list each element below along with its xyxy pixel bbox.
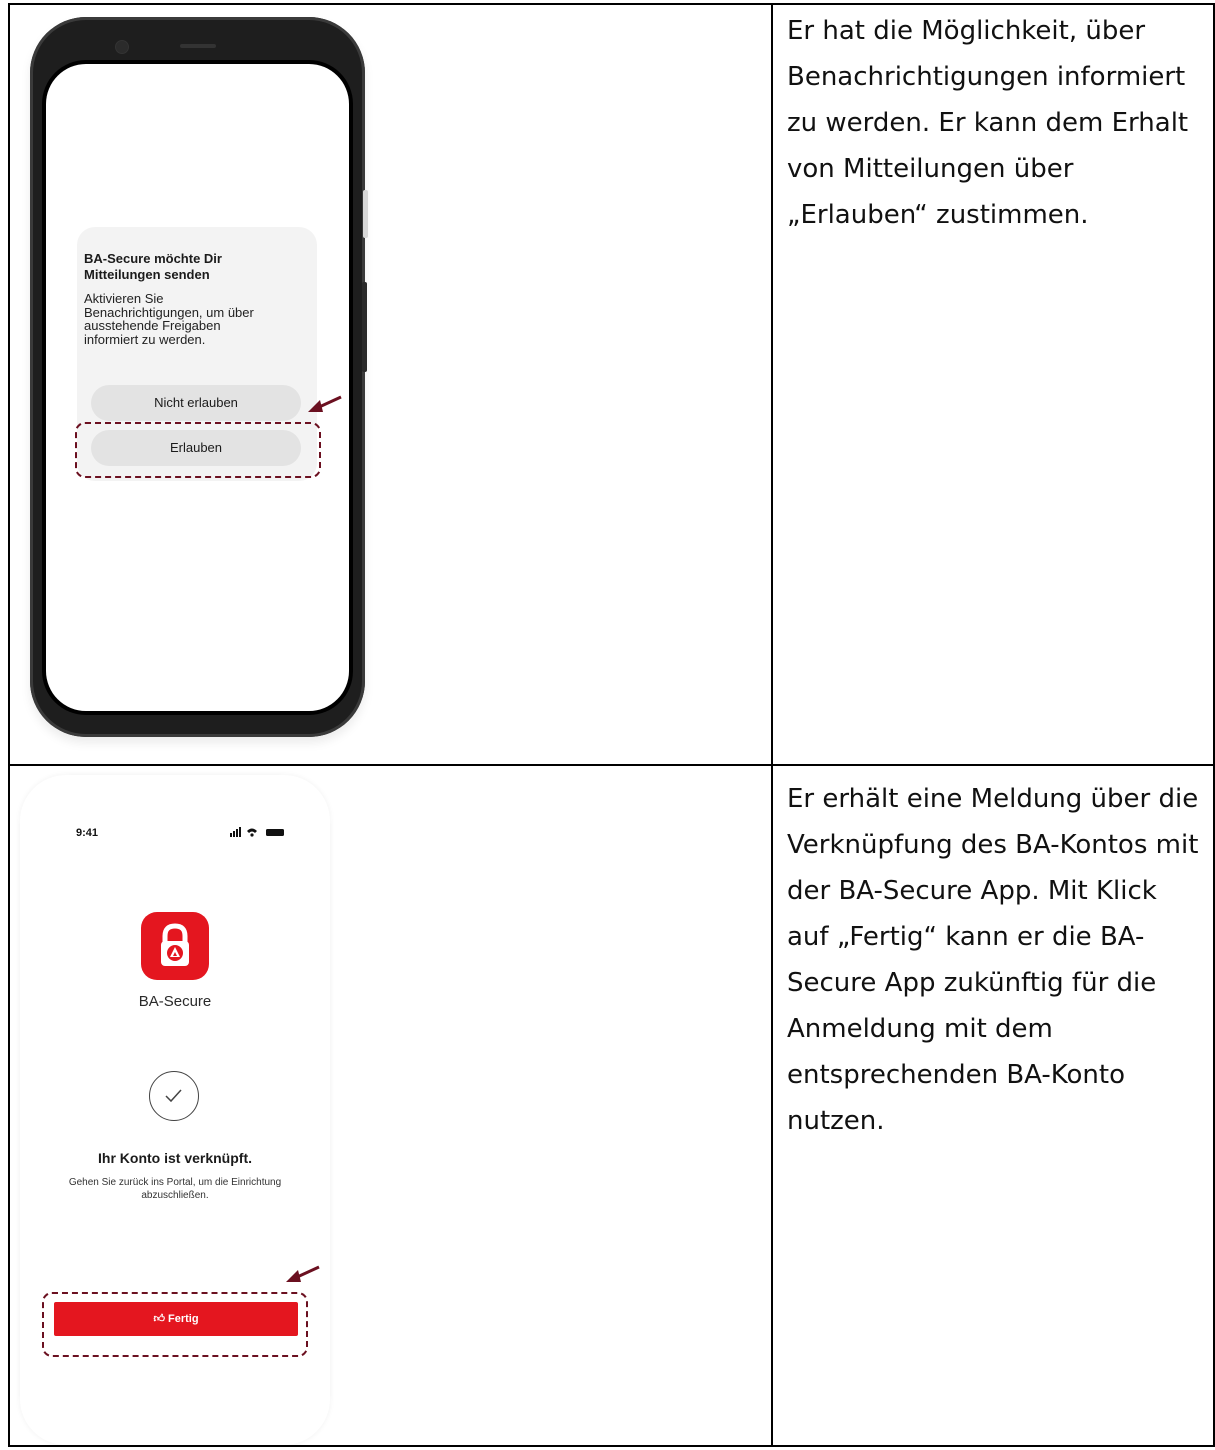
step-description-2: Er erhält eine Meldung über die Verknüpf… bbox=[787, 784, 1199, 1136]
phone-side-button-upper bbox=[363, 190, 368, 238]
deny-notifications-button[interactable]: Nicht erlauben bbox=[91, 385, 301, 421]
app-name: BA-Secure bbox=[138, 993, 212, 1010]
earpiece-speaker bbox=[180, 44, 216, 48]
front-camera-icon bbox=[115, 40, 129, 54]
phone-side-button-lower bbox=[362, 282, 367, 372]
pointer-arrow-icon bbox=[308, 395, 342, 412]
table-border-top bbox=[8, 3, 1215, 5]
dialog-body: Aktivieren Sie Benachrichtigungen, um üb… bbox=[84, 291, 254, 347]
success-title: Ihr Konto ist verknüpft. bbox=[98, 1150, 252, 1166]
wifi-icon bbox=[247, 828, 257, 833]
table-column-divider bbox=[771, 3, 773, 1447]
signal-icon bbox=[230, 833, 232, 837]
battery-icon bbox=[266, 829, 284, 836]
table-row-divider bbox=[8, 764, 1215, 766]
table-border-left bbox=[8, 3, 10, 1447]
lock-icon bbox=[161, 923, 189, 966]
pointer-arrow-icon bbox=[286, 1265, 320, 1282]
highlight-box bbox=[75, 422, 321, 478]
table-border-bottom bbox=[8, 1445, 1215, 1447]
success-subtitle: Gehen Sie zurück ins Portal, um die Einr… bbox=[68, 1177, 282, 1201]
success-check-icon bbox=[149, 1071, 199, 1121]
status-time: 9:41 bbox=[76, 827, 99, 839]
ba-secure-app-icon bbox=[141, 912, 209, 980]
highlight-box bbox=[42, 1292, 308, 1357]
status-bar-icons bbox=[230, 827, 284, 837]
dialog-title: BA-Secure möchte Dir Mitteilungen senden bbox=[84, 251, 222, 282]
step-description-1: Er hat die Möglichkeit, über Benachricht… bbox=[787, 16, 1189, 230]
